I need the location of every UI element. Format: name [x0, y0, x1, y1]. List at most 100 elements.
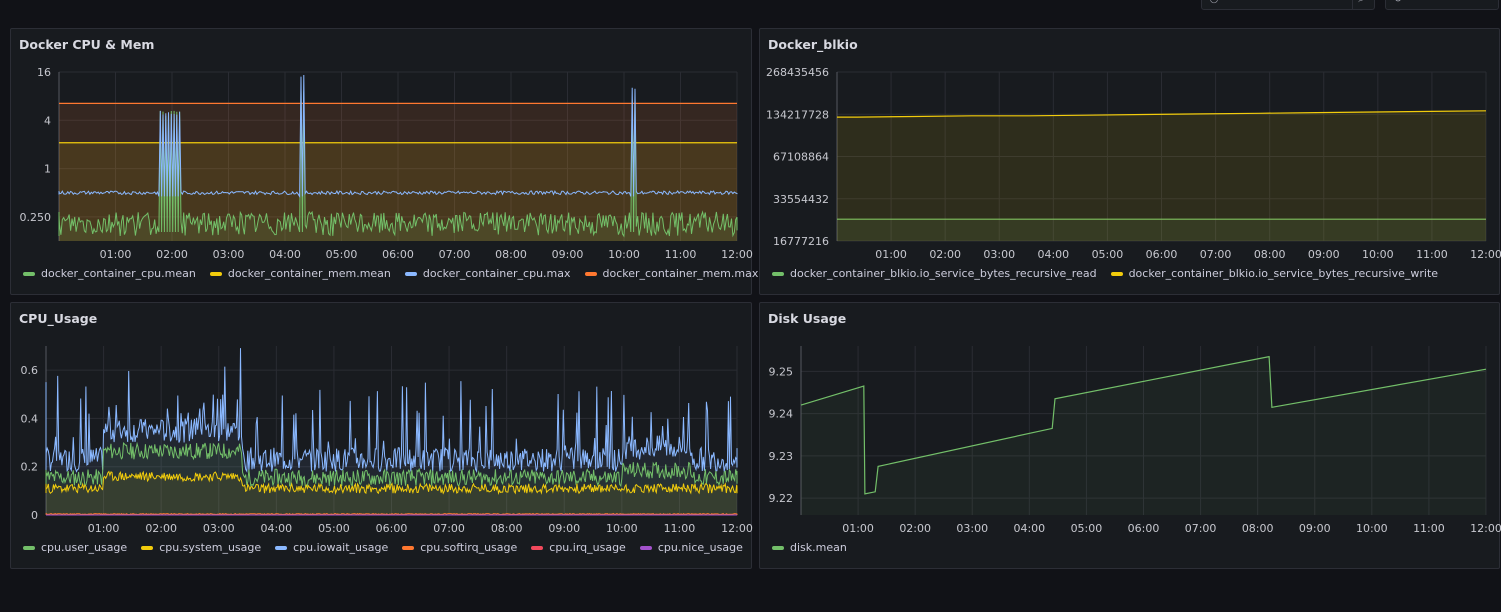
legend-swatch: [23, 545, 35, 550]
y-tick-label: 1: [44, 163, 51, 176]
x-tick-label: 09:00: [1308, 248, 1340, 261]
panel-cpu-usage[interactable]: CPU_Usage 0 0.2 0.4 0.6 01:00 02:00 03:00 04:00…: [10, 302, 753, 569]
x-tick-label: 05:00: [1092, 248, 1124, 261]
x-tick-label: 06:00: [1146, 248, 1178, 261]
y-tick-label: 4: [44, 114, 51, 127]
legend-item[interactable]: docker_container_blkio.io_service_bytes_…: [1110, 267, 1439, 280]
chart-disk-usage[interactable]: 9.25 9.24 9.23 9.22 01:00 02:00 03:00 04:00 05:0…: [760, 303, 1501, 543]
y-tick-label: 134217728: [766, 108, 829, 121]
clock-icon: ◷: [1206, 0, 1222, 9]
legend-swatch: [404, 271, 417, 276]
legend-label: cpu.system_usage: [159, 541, 262, 554]
legend-item[interactable]: cpu.system_usage: [141, 541, 261, 554]
x-tick-label: 04:00: [269, 248, 301, 261]
chart-cpu-usage[interactable]: 0 0.2 0.4 0.6 01:00 02:00 03:00 04:00 05:00 06:00…: [11, 303, 753, 543]
chart-docker-cpu-mem[interactable]: 16 4 1 0.250 01:00 02:00 03:00 04:00 05:00 06:00 0…: [11, 29, 753, 269]
legend-swatch: [23, 271, 35, 276]
x-tick-label: 03:00: [213, 248, 245, 261]
x-tick-label: 03:00: [203, 522, 235, 535]
x-tick-label: 02:00: [156, 248, 188, 261]
legend-item[interactable]: disk.mean: [772, 541, 847, 554]
chart-legend: disk.mean: [772, 541, 847, 554]
y-tick-label: 9.22: [769, 492, 794, 505]
legend-item[interactable]: cpu.softirq_usage: [402, 541, 517, 554]
panel-docker-cpu-mem[interactable]: Docker CPU & Mem 16 4 1 0.250 01:00 02:00 03:0…: [10, 28, 758, 295]
legend-label: docker_container_mem.mean: [227, 267, 391, 280]
x-tick-label: 02:00: [929, 248, 961, 261]
legend-item[interactable]: docker_container_blkio.io_service_bytes_…: [772, 267, 1097, 280]
x-tick-label: 01:00: [842, 522, 874, 535]
legend-swatch: [531, 545, 544, 550]
x-tick-label: 12:00: [721, 522, 753, 535]
legend-item[interactable]: cpu.irq_usage: [531, 541, 626, 554]
y-tick-label: 16777216: [773, 235, 829, 248]
legend-label: docker_container_blkio.io_service_bytes_…: [1128, 267, 1439, 280]
legend-item[interactable]: docker_container_cpu.max: [404, 267, 571, 280]
x-tick-label: 09:00: [552, 248, 584, 261]
legend-swatch: [1110, 271, 1123, 276]
x-tick-label: 07:00: [1200, 248, 1232, 261]
x-tick-label: 02:00: [145, 522, 177, 535]
legend-swatch: [584, 271, 597, 276]
x-tick-label: 04:00: [260, 522, 292, 535]
legend-label: cpu.irq_usage: [549, 541, 626, 554]
legend-swatch: [275, 545, 288, 550]
legend-swatch: [772, 271, 784, 276]
x-tick-label: 04:00: [1037, 248, 1069, 261]
panel-docker-blkio[interactable]: Docker_blkio 268435456 134217728 67108864 3…: [759, 28, 1501, 295]
y-tick-label: 0: [31, 509, 38, 522]
x-tick-label: 12:00: [1470, 248, 1501, 261]
x-tick-label: 10:00: [608, 248, 640, 261]
x-tick-label: 08:00: [495, 248, 527, 261]
x-tick-label: 05:00: [1071, 522, 1103, 535]
x-tick-label: 03:00: [956, 522, 988, 535]
x-tick-label: 12:00: [1470, 522, 1501, 535]
x-tick-label: 11:00: [664, 522, 696, 535]
legend-item[interactable]: docker_container_mem.max: [584, 267, 759, 280]
y-tick-label: 0.4: [21, 412, 39, 425]
legend-label: cpu.softirq_usage: [420, 541, 518, 554]
legend-label: cpu.user_usage: [41, 541, 128, 554]
y-tick-label: 0.6: [21, 364, 39, 377]
y-tick-label: 33554432: [773, 193, 829, 206]
x-tick-label: 08:00: [1242, 522, 1274, 535]
x-tick-label: 07:00: [1185, 522, 1217, 535]
x-tick-label: 06:00: [376, 522, 408, 535]
x-tick-label: 11:00: [665, 248, 697, 261]
legend-item[interactable]: cpu.iowait_usage: [275, 541, 388, 554]
y-tick-label: 9.24: [769, 408, 794, 421]
legend-label: docker_container_blkio.io_service_bytes_…: [790, 267, 1097, 280]
legend-item[interactable]: cpu.nice_usage: [639, 541, 743, 554]
y-tick-label: 0.250: [20, 211, 52, 224]
chart-docker-blkio[interactable]: 268435456 134217728 67108864 33554432 167772…: [760, 29, 1501, 269]
panel-disk-usage[interactable]: Disk Usage 9.25 9.24 9.23 9.22 01:00 02:00 03:…: [759, 302, 1501, 569]
y-tick-label: 9.23: [769, 450, 794, 463]
x-tick-label: 10:00: [1362, 248, 1394, 261]
zoom-out-icon[interactable]: ⌕: [1352, 0, 1369, 9]
legend-swatch: [639, 545, 652, 550]
x-tick-label: 03:00: [983, 248, 1015, 261]
legend-swatch: [141, 545, 154, 550]
refresh-picker[interactable]: ↻: [1385, 0, 1499, 10]
x-tick-label: 06:00: [382, 248, 414, 261]
refresh-icon: ↻: [1390, 0, 1406, 9]
chart-legend: cpu.user_usage cpu.system_usage cpu.iowait…: [23, 541, 743, 554]
y-tick-label: 67108864: [773, 151, 829, 164]
x-tick-label: 01:00: [100, 248, 132, 261]
x-tick-label: 01:00: [88, 522, 120, 535]
y-tick-label: 9.25: [769, 365, 794, 378]
time-range-picker[interactable]: ◷ ⌕: [1201, 0, 1375, 10]
legend-item[interactable]: docker_container_mem.mean: [209, 267, 391, 280]
y-tick-label: 16: [37, 66, 51, 79]
legend-item[interactable]: docker_container_cpu.mean: [23, 267, 196, 280]
legend-label: cpu.nice_usage: [657, 541, 743, 554]
x-tick-label: 07:00: [439, 248, 471, 261]
chart-legend: docker_container_blkio.io_service_bytes_…: [772, 267, 1438, 280]
legend-label: disk.mean: [790, 541, 847, 554]
legend-item[interactable]: cpu.user_usage: [23, 541, 127, 554]
legend-label: docker_container_mem.max: [602, 267, 759, 280]
x-tick-label: 11:00: [1416, 248, 1448, 261]
x-tick-label: 10:00: [1356, 522, 1388, 535]
x-tick-label: 10:00: [606, 522, 638, 535]
legend-label: cpu.iowait_usage: [293, 541, 389, 554]
